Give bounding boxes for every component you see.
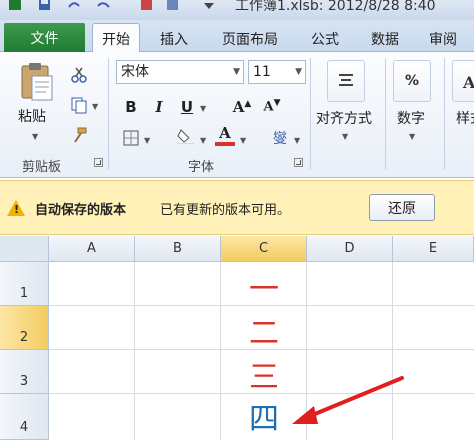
number-format-button[interactable]: % bbox=[393, 60, 431, 102]
cut-icon[interactable] bbox=[70, 66, 88, 84]
tab-page-layout[interactable]: 页面布局 bbox=[210, 26, 290, 52]
svg-text:A: A bbox=[462, 73, 474, 92]
ribbon-home: 粘贴 ▼ ▼ 剪贴板 宋体 ▼ 11 ▼ B I U ▼ A▲ A▼ ▼ ▼ A… bbox=[0, 52, 474, 178]
tab-file[interactable]: 文件 bbox=[4, 23, 85, 52]
save-icon[interactable] bbox=[38, 0, 52, 12]
fill-color-dropdown-icon[interactable]: ▼ bbox=[200, 136, 206, 145]
group-divider bbox=[444, 58, 445, 170]
alignment-label[interactable]: 对齐方式 bbox=[316, 108, 372, 128]
shrink-font-button[interactable]: A▼ bbox=[262, 98, 282, 114]
red-arrow-annotation bbox=[292, 376, 404, 424]
copy-icon[interactable] bbox=[70, 96, 88, 114]
number-label[interactable]: 数字 bbox=[397, 108, 425, 128]
font-dialog-launcher[interactable] bbox=[294, 158, 303, 167]
title-bar: 工作簿1.xlsb: 2012/8/28 8:40 bbox=[0, 0, 474, 20]
font-group-label: 字体 bbox=[188, 160, 215, 175]
alignment-dropdown-icon[interactable]: ▼ bbox=[342, 132, 348, 141]
quick-access-icon[interactable] bbox=[140, 0, 154, 12]
worksheet[interactable]: A B C D E 1 2 3 4 一 二 三 四 bbox=[0, 236, 474, 440]
styles-icon: A bbox=[462, 73, 474, 92]
number-dropdown-icon[interactable]: ▼ bbox=[409, 132, 415, 141]
font-color-label: A bbox=[219, 124, 231, 142]
window-title: 工作簿1.xlsb: 2012/8/28 8:40 bbox=[235, 0, 436, 14]
warning-icon-mark: ! bbox=[14, 203, 20, 216]
font-name-box[interactable]: 宋体 ▼ bbox=[116, 60, 244, 84]
paste-icon[interactable] bbox=[20, 62, 54, 102]
grow-font-button[interactable]: A▲ bbox=[232, 98, 252, 116]
clipboard-dialog-launcher[interactable] bbox=[94, 158, 103, 167]
ribbon-tabs: 文件 开始 插入 页面布局 公式 数据 审阅 bbox=[0, 20, 474, 53]
borders-dropdown-icon[interactable]: ▼ bbox=[144, 136, 150, 145]
font-color-dropdown-icon[interactable]: ▼ bbox=[240, 136, 246, 145]
clipboard-group-label: 剪贴板 bbox=[22, 160, 62, 175]
group-divider bbox=[310, 58, 311, 170]
italic-button[interactable]: I bbox=[150, 98, 168, 116]
font-name-value: 宋体 bbox=[121, 64, 149, 80]
align-center-icon bbox=[339, 74, 353, 86]
paste-button[interactable]: 粘贴 bbox=[18, 106, 46, 126]
tab-insert[interactable]: 插入 bbox=[150, 26, 198, 52]
format-painter-icon[interactable] bbox=[70, 126, 88, 144]
bold-button[interactable]: B bbox=[122, 98, 140, 116]
copy-dropdown-icon[interactable]: ▼ bbox=[92, 102, 98, 111]
fill-color-icon[interactable] bbox=[176, 126, 194, 144]
font-name-dropdown-icon[interactable]: ▼ bbox=[233, 61, 240, 83]
tab-formulas[interactable]: 公式 bbox=[300, 26, 350, 52]
excel-logo-icon[interactable] bbox=[8, 0, 22, 12]
group-divider bbox=[108, 58, 109, 170]
styles-label[interactable]: 样式 bbox=[456, 108, 474, 128]
font-size-value: 11 bbox=[253, 64, 271, 80]
infobar-message: 已有更新的版本可用。 bbox=[160, 203, 291, 218]
group-divider bbox=[385, 58, 386, 170]
tab-data[interactable]: 数据 bbox=[360, 26, 410, 52]
print-preview-icon[interactable] bbox=[166, 0, 180, 12]
borders-icon[interactable] bbox=[122, 129, 140, 147]
percent-icon: % bbox=[404, 73, 420, 89]
redo-icon[interactable] bbox=[96, 0, 112, 12]
alignment-button[interactable] bbox=[327, 60, 365, 102]
font-color-button[interactable]: A bbox=[214, 124, 236, 146]
phonetic-button[interactable]: 燮 bbox=[270, 128, 290, 148]
underline-button[interactable]: U bbox=[178, 98, 196, 116]
excel-window: 工作簿1.xlsb: 2012/8/28 8:40 文件 开始 插入 页面布局 … bbox=[0, 0, 474, 440]
underline-dropdown-icon[interactable]: ▼ bbox=[200, 104, 206, 113]
shrink-font-label: A bbox=[263, 99, 274, 115]
tab-review[interactable]: 审阅 bbox=[418, 26, 468, 52]
phonetic-dropdown-icon[interactable]: ▼ bbox=[294, 136, 300, 145]
customize-quick-access-icon[interactable] bbox=[202, 0, 216, 12]
paste-dropdown-icon[interactable]: ▼ bbox=[32, 132, 38, 141]
styles-button[interactable]: A bbox=[452, 60, 474, 102]
tab-home[interactable]: 开始 bbox=[92, 23, 140, 53]
restore-button[interactable]: 还原 bbox=[369, 194, 435, 221]
infobar-title: 自动保存的版本 bbox=[35, 203, 127, 218]
font-size-box[interactable]: 11 ▼ bbox=[248, 60, 306, 84]
grow-font-label: A bbox=[232, 98, 245, 116]
undo-icon[interactable] bbox=[66, 0, 82, 12]
font-size-dropdown-icon[interactable]: ▼ bbox=[295, 61, 302, 83]
